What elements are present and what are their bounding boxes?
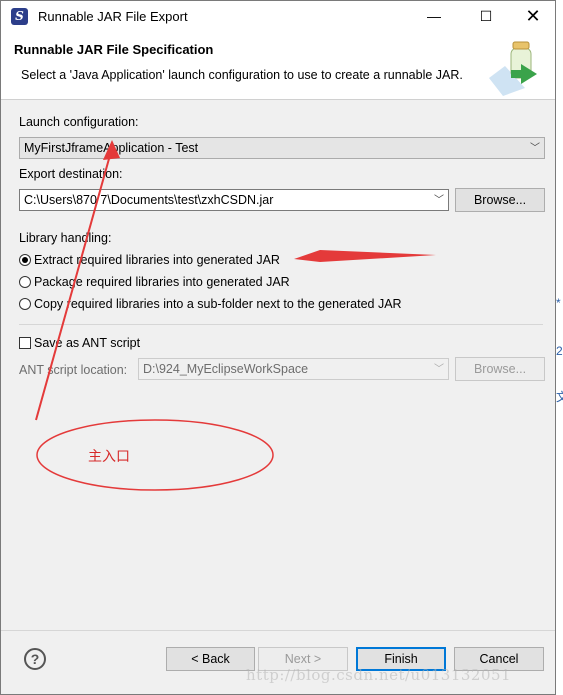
back-button[interactable]: < Back — [166, 647, 255, 671]
radio-icon[interactable] — [19, 276, 31, 288]
launch-config-value: MyFirstJframeApplication - Test — [24, 141, 199, 155]
export-destination-input[interactable]: C:\Users\870 7\Documents\test\zxhCSDN.ja… — [19, 189, 449, 211]
wizard-banner: Runnable JAR File Specification Select a… — [1, 32, 555, 100]
footer-divider — [1, 630, 555, 631]
background-mark: * — [556, 296, 561, 310]
ant-location-input[interactable]: D:\924_MyEclipseWorkSpace ﹀ — [138, 358, 449, 380]
export-dialog: S Runnable JAR File Export — ☐ ✕ Runnabl… — [0, 0, 556, 695]
library-option-label: Package required libraries into generate… — [34, 275, 290, 289]
radio-icon[interactable] — [19, 298, 31, 310]
watermark: http://blog.csdn.net/u013132051 — [246, 666, 512, 684]
eclipse-app-icon: S — [11, 8, 28, 25]
page-title: Runnable JAR File Specification — [14, 42, 214, 57]
close-button[interactable]: ✕ — [515, 4, 551, 28]
library-option-label: Copy required libraries into a sub-folde… — [34, 297, 402, 311]
export-browse-button[interactable]: Browse... — [455, 188, 545, 212]
background-app-strip: * 2 文 — [556, 0, 563, 695]
annotation-label: 主入口 — [88, 449, 130, 465]
chevron-down-icon: ﹀ — [434, 364, 444, 375]
jar-export-icon — [489, 41, 537, 96]
radio-selected-icon[interactable] — [19, 254, 31, 266]
library-option-extract[interactable]: Extract required libraries into generate… — [19, 253, 280, 267]
launch-config-select[interactable]: MyFirstJframeApplication - Test ﹀ — [19, 137, 545, 159]
title-bar[interactable]: S Runnable JAR File Export — ☐ ✕ — [1, 1, 555, 32]
checkbox-icon[interactable] — [19, 337, 31, 349]
library-option-package[interactable]: Package required libraries into generate… — [19, 275, 290, 289]
background-mark: 文 — [556, 390, 563, 404]
background-mark: 2 — [556, 344, 563, 358]
chevron-down-icon: ﹀ — [434, 195, 444, 206]
help-icon[interactable]: ? — [24, 648, 46, 670]
library-option-label: Extract required libraries into generate… — [34, 253, 280, 267]
export-destination-label: Export destination: — [19, 167, 123, 181]
library-handling-label: Library handling: — [19, 231, 112, 245]
save-ant-script-checkbox[interactable]: Save as ANT script — [19, 336, 140, 350]
ant-browse-button[interactable]: Browse... — [455, 357, 545, 381]
ant-location-value: D:\924_MyEclipseWorkSpace — [143, 362, 309, 376]
maximize-button[interactable]: ☐ — [468, 4, 504, 28]
launch-config-label: Launch configuration: — [19, 115, 139, 129]
ant-location-label: ANT script location: — [19, 363, 128, 377]
chevron-down-icon: ﹀ — [530, 143, 540, 154]
library-option-copy[interactable]: Copy required libraries into a sub-folde… — [19, 297, 402, 311]
minimize-button[interactable]: — — [416, 4, 452, 28]
page-description: Select a 'Java Application' launch confi… — [21, 68, 463, 82]
window-title: Runnable JAR File Export — [38, 9, 188, 24]
section-divider — [19, 324, 543, 325]
export-destination-value: C:\Users\870 7\Documents\test\zxhCSDN.ja… — [24, 193, 274, 207]
save-ant-script-label: Save as ANT script — [34, 336, 141, 350]
